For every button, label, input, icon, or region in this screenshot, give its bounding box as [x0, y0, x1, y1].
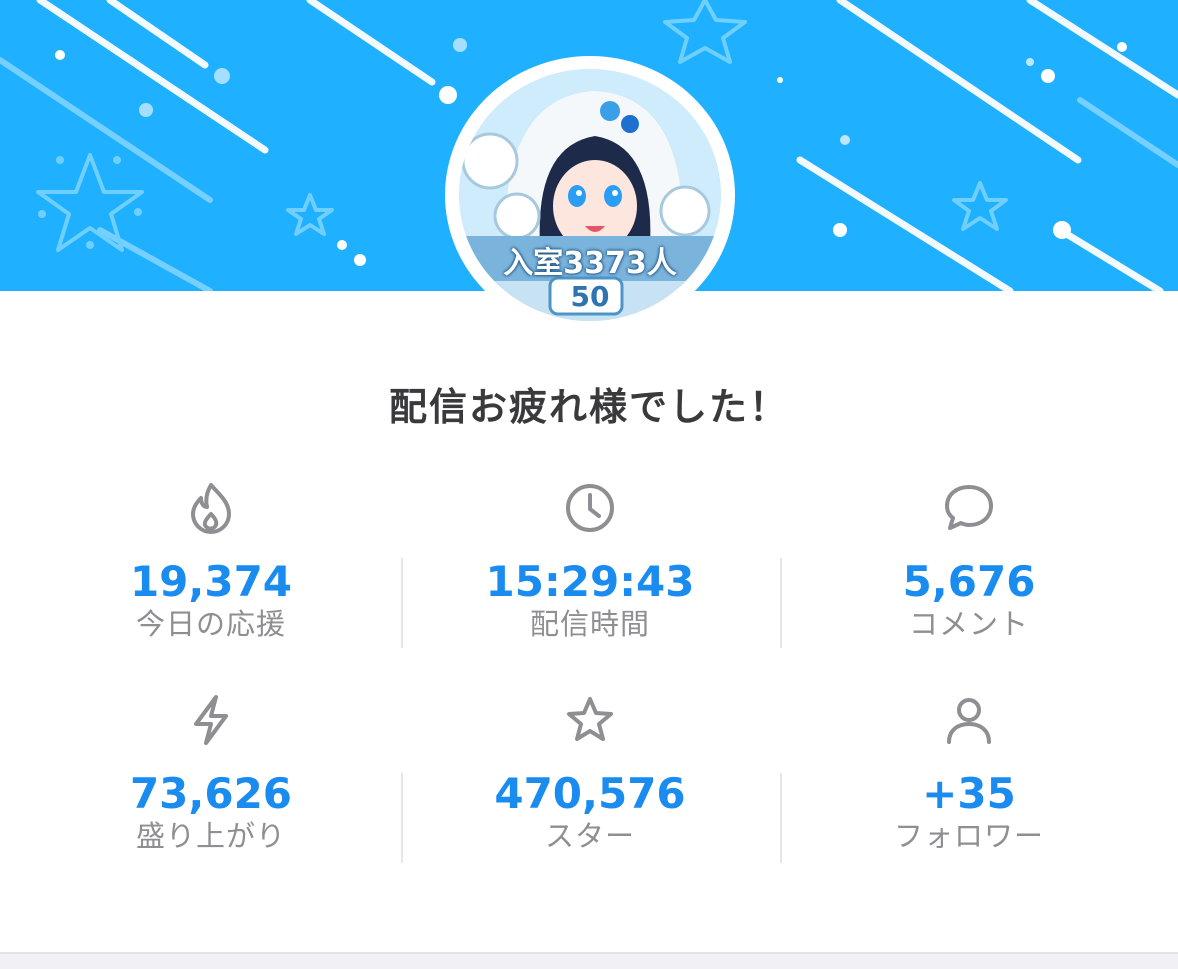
stat-support-value: 19,374	[129, 557, 293, 606]
comment-icon	[945, 485, 993, 530]
stat-comments-value: 5,676	[902, 557, 1036, 606]
bottom-bar	[0, 952, 1178, 969]
star-icon	[567, 697, 613, 741]
stat-stream-time-label: 配信時間	[529, 607, 650, 641]
stat-stars-label: スター	[544, 819, 635, 853]
stat-followers: +35 フォロワー	[779, 692, 1159, 854]
stat-followers-label: フォロワー	[893, 819, 1044, 853]
stat-stars: 470,576 スター	[400, 692, 780, 854]
person-icon	[947, 698, 991, 744]
stat-excitement: 73,626 盛り上がり	[21, 692, 401, 854]
clock-icon	[566, 484, 614, 532]
stat-support: 19,374 今日の応援	[21, 480, 401, 642]
stat-followers-value: +35	[922, 769, 1016, 818]
stat-comments: 5,676 コメント	[779, 480, 1159, 642]
page-title: 配信お疲れ様でした！	[388, 385, 789, 429]
stat-comments-label: コメント	[908, 607, 1029, 641]
avatar-badge-line2: 50	[570, 280, 610, 313]
stat-excitement-label: 盛り上がり	[135, 819, 286, 853]
stat-stream-time: 15:29:43 配信時間	[400, 480, 780, 642]
stat-excitement-value: 73,626	[129, 769, 293, 818]
stat-stream-time-value: 15:29:43	[485, 557, 695, 606]
streamer-avatar[interactable]: 入室3373人 50	[445, 56, 735, 334]
lightning-icon	[194, 695, 228, 745]
stat-stars-value: 470,576	[494, 769, 686, 818]
flame-icon	[191, 483, 231, 534]
stat-support-label: 今日の応援	[135, 607, 286, 641]
avatar-badge-line1: 入室3373人	[503, 246, 677, 281]
